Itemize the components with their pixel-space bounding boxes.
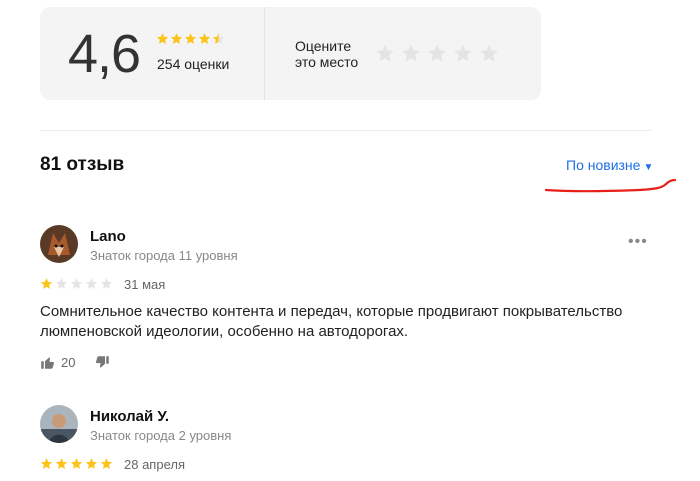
star-icon	[170, 33, 183, 44]
star-icon	[184, 33, 197, 44]
sort-label: По новизне	[566, 157, 641, 173]
star-icon	[156, 33, 169, 44]
like-button[interactable]: 20	[40, 355, 75, 370]
star-icon	[70, 458, 83, 469]
review-item: Lano Знаток города 11 уровня ••• 31 мая …	[40, 225, 660, 375]
empty-star-icon[interactable]	[401, 43, 421, 63]
empty-star-icon[interactable]	[375, 43, 395, 63]
empty-star-icon[interactable]	[479, 43, 499, 63]
star-icon	[40, 458, 53, 469]
card-divider	[264, 7, 265, 100]
rating-summary-card: 4,6 254 оценки Оцените это место	[40, 7, 541, 100]
fox-avatar-icon[interactable]	[40, 225, 78, 263]
review-stars	[40, 277, 113, 290]
rating-stars	[156, 32, 225, 45]
sort-dropdown[interactable]: По новизне ▼	[566, 157, 653, 173]
rate-stars-input[interactable]	[375, 43, 499, 63]
red-underline-annotation	[544, 178, 676, 193]
like-count: 20	[61, 355, 76, 370]
rating-score: 4,6	[68, 24, 141, 84]
empty-star-icon[interactable]	[453, 43, 473, 63]
star-icon	[198, 33, 211, 44]
review-date: 28 апреля	[124, 457, 185, 472]
person-avatar-icon[interactable]	[40, 405, 78, 443]
empty-star-icon	[85, 278, 98, 289]
section-divider	[40, 130, 651, 131]
review-author[interactable]: Lano	[90, 228, 126, 245]
review-text: Сомнительное качество контента и передач…	[40, 303, 623, 340]
thumbs-up-icon	[41, 357, 54, 369]
author-level: Знаток города 11 уровня	[90, 248, 238, 263]
review-item: Николай У. Знаток города 2 уровня 28 апр…	[40, 405, 660, 481]
star-icon	[55, 458, 68, 469]
caret-down-icon: ▼	[643, 162, 654, 173]
empty-star-icon	[100, 278, 113, 289]
review-date: 31 мая	[124, 277, 166, 292]
star-icon	[100, 458, 113, 469]
star-icon	[85, 458, 98, 469]
dislike-button[interactable]	[95, 355, 110, 370]
more-options-icon[interactable]: •••	[628, 233, 648, 251]
empty-star-icon[interactable]	[427, 43, 447, 63]
review-author[interactable]: Николай У.	[90, 408, 169, 425]
thumbs-down-icon	[96, 356, 109, 368]
half-star-icon	[212, 33, 225, 44]
empty-star-icon	[55, 278, 68, 289]
empty-star-icon	[70, 278, 83, 289]
star-icon	[40, 278, 53, 289]
author-level: Знаток города 2 уровня	[90, 428, 232, 443]
rating-count: 254 оценки	[157, 56, 230, 72]
rate-prompt: Оцените это место	[295, 38, 359, 70]
review-stars	[40, 457, 113, 470]
reviews-count: 81 отзыв	[40, 154, 125, 175]
